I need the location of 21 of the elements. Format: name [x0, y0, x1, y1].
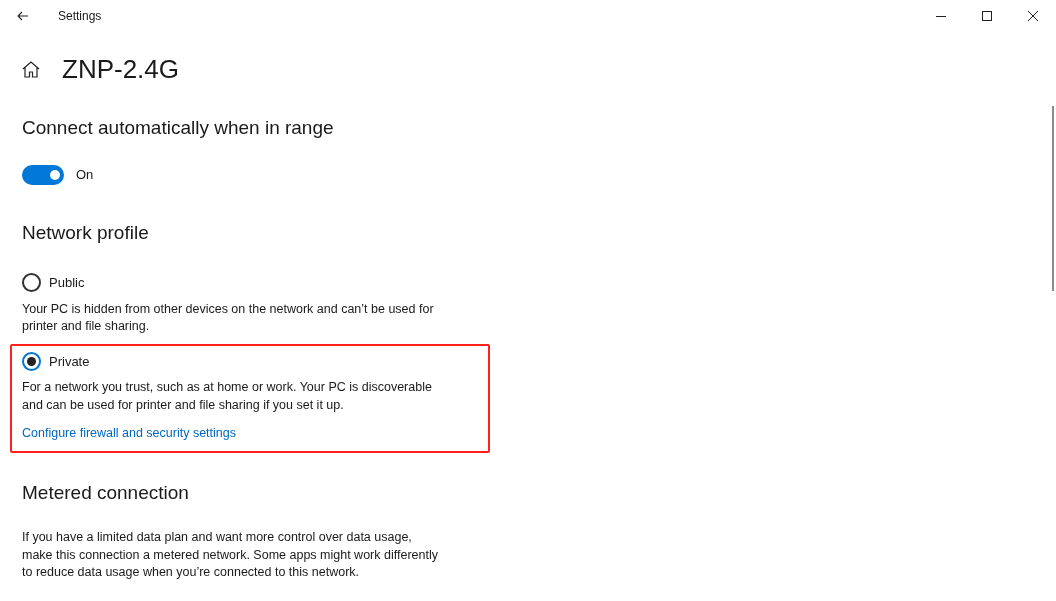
description-text: Your PC is hidden from other devices on the network and can’t be used for printer and file sharing.	[22, 300, 435, 335]
section-heading: Metered connection	[22, 480, 190, 505]
minimize-icon	[936, 15, 946, 17]
page-title: ZNP-2.4G	[62, 56, 180, 82]
radio-label: Public	[49, 274, 85, 292]
window-title: Settings	[58, 8, 102, 25]
radio-label: Private	[49, 352, 90, 371]
section-heading: Network profile	[22, 220, 150, 245]
radio-button[interactable]	[22, 273, 41, 293]
description-text: For a network you trust, such as at home or work. Your PC is discoverable and can be used for printer and file sharing if you set it up.	[22, 379, 433, 414]
close-icon	[1028, 11, 1038, 21]
maximize-icon	[982, 11, 992, 21]
toggle-label: On	[76, 165, 94, 184]
home-icon[interactable]	[22, 60, 40, 78]
settings-link[interactable]: Configure firewall and security settings	[22, 424, 236, 443]
section-heading: Connect automatically when in range	[22, 116, 335, 140]
description-text: If you have a limited data plan and want more control over data usage, make this connection a metered network. Some apps might work differently to reduce data usage when you’re connected to this network.	[22, 529, 439, 582]
toggle-switch[interactable]	[22, 164, 64, 185]
radio-button[interactable]	[22, 351, 41, 371]
scrollbar[interactable]	[1052, 106, 1054, 291]
back-arrow-icon	[17, 11, 29, 21]
